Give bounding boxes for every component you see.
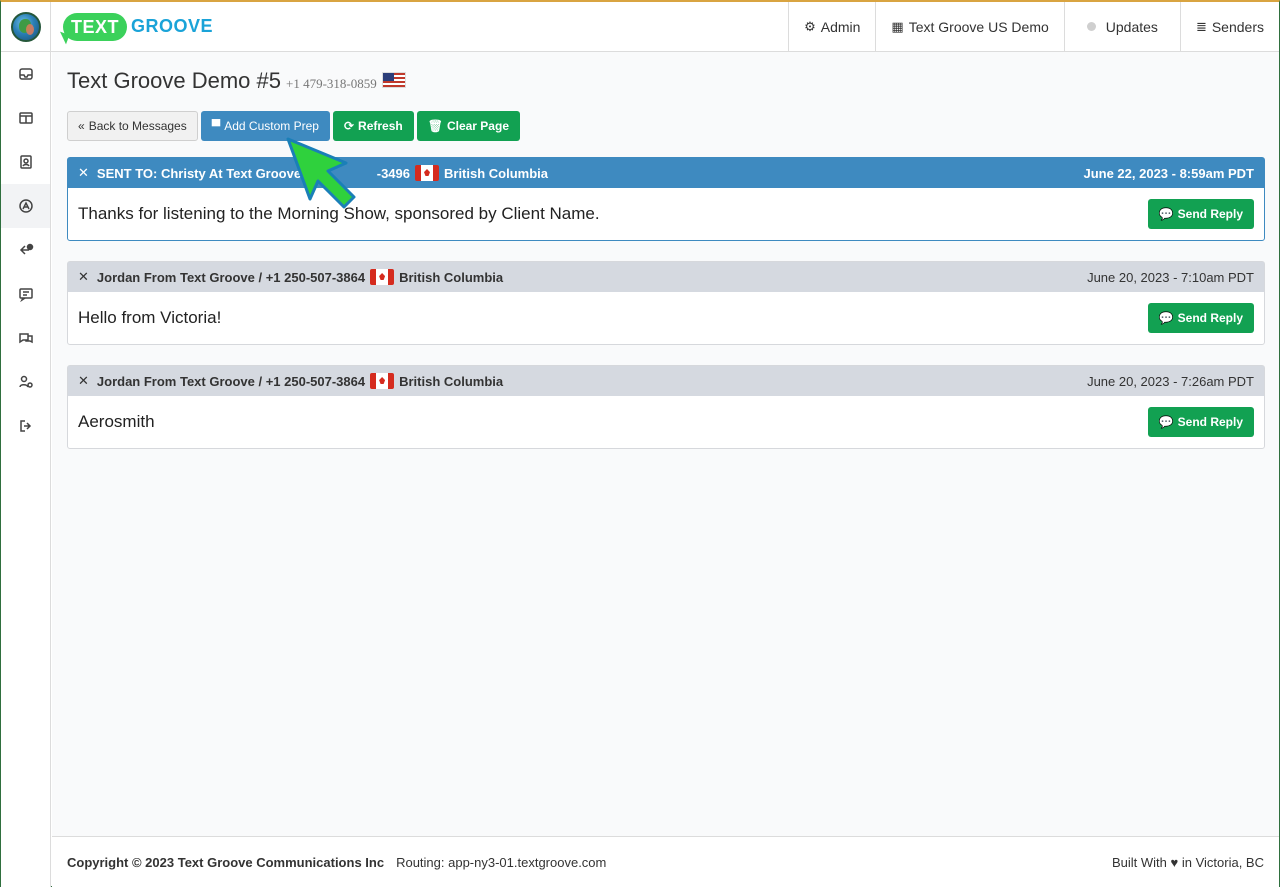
sidebar bbox=[1, 52, 51, 887]
canada-flag-icon bbox=[370, 373, 395, 389]
sidebar-item-chat[interactable] bbox=[1, 316, 50, 360]
sidebar-item-message[interactable] bbox=[1, 272, 50, 316]
nav-account-label: Text Groove US Demo bbox=[908, 18, 1049, 35]
heart-icon: ♥ bbox=[1170, 854, 1179, 870]
sidebar-item-logout[interactable] bbox=[1, 404, 50, 448]
sidebar-item-reply-time[interactable] bbox=[1, 228, 50, 272]
footer-built-suffix: in Victoria, BC bbox=[1181, 854, 1264, 870]
nav-admin-label: Admin bbox=[820, 18, 861, 35]
page-phone: +1 479-318-0859 bbox=[285, 76, 377, 91]
contacts-icon bbox=[19, 155, 32, 169]
pointer-arrow-icon bbox=[286, 137, 356, 209]
message-card: ✕ Jordan From Text Groove / +1 250-507-3… bbox=[67, 365, 1265, 449]
message-icon bbox=[18, 288, 33, 302]
message-header: ✕ Jordan From Text Groove / +1 250-507-3… bbox=[68, 262, 1264, 292]
layout-icon bbox=[18, 112, 33, 124]
clear-page-button[interactable]: 🗑 Clear Page bbox=[416, 111, 520, 141]
main-content: Text Groove Demo #5 +1 479-318-0859 « Ba… bbox=[52, 52, 1279, 836]
canada-flag-icon bbox=[370, 269, 395, 285]
nav-senders-label: Senders bbox=[1211, 18, 1264, 35]
message-sender: Jordan From Text Groove / +1 250-507-386… bbox=[96, 269, 366, 285]
sidebar-item-app[interactable] bbox=[1, 184, 50, 228]
sidebar-item-inbox[interactable] bbox=[1, 52, 50, 96]
message-body: Hello from Victoria! 💬 Send Reply bbox=[68, 292, 1264, 344]
chat-bubble-icon: 💬 bbox=[1158, 207, 1174, 221]
send-reply-button[interactable]: 💬 Send Reply bbox=[1147, 407, 1254, 437]
clear-label: Clear Page bbox=[446, 119, 509, 133]
double-chevron-left-icon: « bbox=[78, 119, 85, 133]
message-sender: Jordan From Text Groove / +1 250-507-386… bbox=[96, 373, 366, 389]
add-label: Add Custom Prep bbox=[224, 119, 319, 133]
page-title: Text Groove Demo #5 bbox=[67, 68, 281, 93]
message-date: June 20, 2023 - 7:10am PDT bbox=[1087, 269, 1254, 285]
chat-bubble-icon: 💬 bbox=[1158, 311, 1174, 325]
building-icon: ▦ bbox=[891, 18, 904, 34]
logo[interactable]: TEXT GROOVE bbox=[63, 2, 213, 52]
message-body: Aerosmith 💬 Send Reply bbox=[68, 396, 1264, 448]
logo-word: GROOVE bbox=[131, 16, 214, 36]
logout-icon bbox=[19, 420, 31, 432]
message-text: Hello from Victoria! bbox=[78, 308, 222, 327]
top-navbar: TEXT GROOVE ⚙ Admin ▦ Text Groove US Dem… bbox=[1, 1, 1279, 52]
avatar[interactable] bbox=[1, 1, 51, 52]
sidebar-item-contacts[interactable] bbox=[1, 140, 50, 184]
message-date: June 20, 2023 - 7:26am PDT bbox=[1087, 373, 1254, 389]
nav-admin[interactable]: ⚙ Admin bbox=[788, 1, 875, 52]
message-body: Thanks for listening to the Morning Show… bbox=[68, 188, 1264, 240]
footer-routing: Routing: app-ny3-01.textgroove.com bbox=[396, 854, 607, 870]
footer-built: Built With ♥ in Victoria, BC bbox=[1112, 855, 1264, 870]
message-sender-tail: -3496 bbox=[376, 165, 410, 181]
send-reply-label: Send Reply bbox=[1177, 415, 1243, 429]
dot-icon bbox=[1086, 22, 1096, 31]
chat-bubble-icon: 💬 bbox=[1158, 415, 1174, 429]
gear-icon: ⚙ bbox=[804, 18, 816, 34]
nav-account[interactable]: ▦ Text Groove US Demo bbox=[875, 1, 1063, 52]
trash-icon: 🗑 bbox=[427, 119, 443, 133]
globe-icon bbox=[10, 11, 41, 42]
nav-senders[interactable]: ≣ Senders bbox=[1179, 1, 1279, 52]
message-header: ✕ SENT TO: Christy At Text Groove / +1 -… bbox=[68, 158, 1264, 188]
inbox-icon bbox=[18, 68, 33, 80]
message-header: ✕ Jordan From Text Groove / +1 250-507-3… bbox=[68, 366, 1264, 396]
comment-icon: ▀ bbox=[211, 119, 221, 133]
nav-updates[interactable]: Updates bbox=[1063, 1, 1180, 52]
user-settings-icon bbox=[18, 375, 33, 388]
stack-icon: ≣ bbox=[1195, 18, 1207, 34]
footer-built-prefix: Built With bbox=[1111, 854, 1167, 870]
send-reply-label: Send Reply bbox=[1177, 311, 1243, 325]
us-flag-icon bbox=[381, 72, 406, 88]
close-icon[interactable]: ✕ bbox=[78, 269, 89, 285]
sidebar-item-user-settings[interactable] bbox=[1, 360, 50, 404]
message-region: British Columbia bbox=[399, 373, 504, 389]
refresh-label: Refresh bbox=[358, 119, 403, 133]
send-reply-button[interactable]: 💬 Send Reply bbox=[1147, 303, 1254, 333]
close-icon[interactable]: ✕ bbox=[78, 373, 89, 389]
close-icon[interactable]: ✕ bbox=[78, 165, 89, 181]
send-reply-label: Send Reply bbox=[1177, 207, 1243, 221]
app-icon bbox=[18, 199, 33, 213]
footer-copyright: Copyright © 2023 Text Groove Communicati… bbox=[67, 854, 385, 870]
page-header: Text Groove Demo #5 +1 479-318-0859 bbox=[67, 68, 406, 94]
message-card: ✕ Jordan From Text Groove / +1 250-507-3… bbox=[67, 261, 1265, 345]
back-to-messages-button[interactable]: « Back to Messages bbox=[67, 111, 198, 141]
refresh-icon: ⟳ bbox=[343, 119, 355, 133]
nav-updates-label: Updates bbox=[1105, 18, 1158, 35]
message-region: British Columbia bbox=[444, 165, 549, 181]
message-region: British Columbia bbox=[399, 269, 504, 285]
message-card: ✕ SENT TO: Christy At Text Groove / +1 -… bbox=[67, 157, 1265, 241]
message-date: June 22, 2023 - 8:59am PDT bbox=[1083, 165, 1254, 181]
back-label: Back to Messages bbox=[88, 119, 187, 133]
canada-flag-icon bbox=[415, 165, 439, 181]
reply-time-icon bbox=[19, 243, 33, 255]
sidebar-item-layout[interactable] bbox=[1, 96, 50, 140]
message-text: Aerosmith bbox=[78, 412, 155, 431]
logo-text: TEXT bbox=[63, 12, 128, 41]
footer: Copyright © 2023 Text Groove Communicati… bbox=[52, 836, 1279, 887]
send-reply-button[interactable]: 💬 Send Reply bbox=[1147, 199, 1254, 229]
chat-icon bbox=[18, 333, 33, 344]
